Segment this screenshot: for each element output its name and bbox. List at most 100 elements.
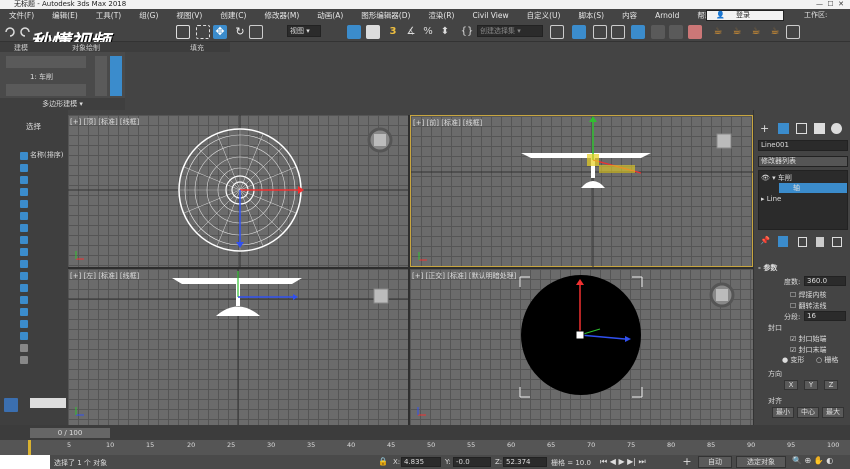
menu-rendering[interactable]: 渲染(R) <box>419 10 463 21</box>
make-unique-icon[interactable] <box>798 237 807 247</box>
filter-icon-4[interactable] <box>20 188 28 196</box>
menu-file[interactable]: 文件(F) <box>0 10 43 21</box>
scene-explorer-icon[interactable] <box>611 25 625 39</box>
filter-icon-2[interactable] <box>20 164 28 172</box>
pin-stack-icon[interactable]: 📌 <box>760 236 770 245</box>
stack-item-axis[interactable]: 轴 <box>779 183 847 193</box>
display-tab-icon[interactable] <box>831 123 842 134</box>
menu-civil-view[interactable]: Civil View <box>463 11 517 20</box>
filter-icon-16[interactable] <box>20 332 28 340</box>
filter-icon-12[interactable] <box>20 284 28 292</box>
filter-icon-15[interactable] <box>20 320 28 328</box>
align-icon[interactable] <box>572 25 586 39</box>
filter-icon-1[interactable] <box>20 152 28 160</box>
filter-icon-7[interactable] <box>20 224 28 232</box>
viewport-nav-icons[interactable]: 🔍 ⊕ ✋ ◐ <box>792 456 833 465</box>
menu-customize[interactable]: 自定义(U) <box>518 10 570 21</box>
login-dropdown[interactable]: 👤 登录 <box>706 10 784 21</box>
scale-icon[interactable] <box>249 25 263 39</box>
move-icon[interactable]: ✥ <box>213 25 227 39</box>
motion-tab-icon[interactable] <box>814 123 825 134</box>
filter-icon-13[interactable] <box>20 296 28 304</box>
segments-input[interactable]: 16 <box>804 311 846 321</box>
filter-icon-9[interactable] <box>20 248 28 256</box>
percent-snap-icon[interactable]: % <box>421 25 435 39</box>
select-label[interactable]: 选择 <box>26 121 41 132</box>
schematic-view-icon[interactable] <box>669 25 683 39</box>
tab-populate[interactable]: 填充 <box>190 43 204 53</box>
set-key-filter[interactable]: 选定对象 <box>736 456 786 468</box>
parameters-rollout-title[interactable]: - 参数 <box>758 263 777 273</box>
viewport-left[interactable]: [+] [左] [标准] [线框] <box>68 269 408 425</box>
layer-manager-icon[interactable] <box>593 25 607 39</box>
viewport-top[interactable]: [+] [顶] [标准] [线框] <box>68 115 408 267</box>
x-coord-input[interactable]: 4.835 <box>401 457 441 467</box>
align-max-button[interactable]: 最大 <box>822 407 844 418</box>
maxscript-listener[interactable] <box>0 455 50 469</box>
rotate-icon[interactable]: ↻ <box>233 25 247 39</box>
material-editor-icon[interactable] <box>688 25 702 39</box>
filter-icon-10[interactable] <box>20 260 28 268</box>
layer-explorer-icon[interactable] <box>4 398 18 412</box>
polygon-modeling-label[interactable]: 多边形建模 <box>42 100 77 108</box>
window-controls[interactable]: — ☐ ✕ <box>816 0 844 9</box>
object-name-field[interactable]: Line001 <box>758 140 848 151</box>
viewport-front[interactable]: [+] [前] [标准] [线框] <box>410 115 754 268</box>
menu-content[interactable]: 内容 <box>613 10 646 21</box>
cap-start-checkbox[interactable]: ☑ 封口始端 <box>790 334 827 344</box>
modifier-list-dropdown[interactable]: 修改器列表 <box>758 156 848 167</box>
direction-x-button[interactable]: X <box>784 380 798 390</box>
y-coord-input[interactable]: -0.0 <box>453 457 491 467</box>
pivot-icon[interactable] <box>347 25 361 39</box>
auto-key-button[interactable]: 自动 <box>698 456 732 468</box>
stack-item-lathe[interactable]: 👁 ▾ 车削 <box>761 173 792 183</box>
select-manipulate-icon[interactable] <box>366 25 380 39</box>
time-slider[interactable]: 0 / 100 <box>30 428 110 438</box>
menu-create[interactable]: 创建(C) <box>211 10 255 21</box>
render-setup-icon[interactable]: ☕ <box>711 25 725 39</box>
morph-radio[interactable]: ● 变形 <box>782 355 804 365</box>
ribbon-side-tools[interactable] <box>95 56 107 96</box>
render-production-icon[interactable]: ☕ <box>749 25 763 39</box>
menu-modifiers[interactable]: 修改器(M) <box>255 10 308 21</box>
rendered-frame-window-icon[interactable]: ☕ <box>730 25 744 39</box>
angle-snap-icon[interactable]: ∡ <box>404 25 418 39</box>
menu-arnold[interactable]: Arnold <box>646 11 688 20</box>
snap-icon[interactable]: 3 <box>386 25 400 39</box>
weld-core-checkbox[interactable]: ☐ 焊接内核 <box>790 290 827 300</box>
undo-icon[interactable] <box>3 25 17 39</box>
z-coord-input[interactable]: 52.374 <box>503 457 547 467</box>
align-center-button[interactable]: 中心 <box>797 407 819 418</box>
ribbon-tool-row-2[interactable] <box>6 84 86 96</box>
flip-normals-checkbox[interactable]: ☐ 翻转法线 <box>790 301 827 311</box>
direction-y-button[interactable]: Y <box>804 380 818 390</box>
filter-icon-6[interactable] <box>20 212 28 220</box>
curve-editor-icon[interactable] <box>651 25 665 39</box>
degrees-input[interactable]: 360.0 <box>804 276 846 286</box>
ribbon-tool-row[interactable] <box>6 56 86 68</box>
create-tab-icon[interactable]: + <box>760 122 769 135</box>
menu-scripting[interactable]: 脚本(S) <box>569 10 613 21</box>
add-time-tag-icon[interactable]: + <box>680 455 694 469</box>
stack-item-line[interactable]: ▸ Line <box>761 195 781 203</box>
spinner-snap-icon[interactable]: ⬍ <box>438 25 452 39</box>
current-frame-marker[interactable] <box>28 440 31 455</box>
show-end-result-icon[interactable] <box>778 236 788 247</box>
menu-group[interactable]: 组(G) <box>130 10 167 21</box>
modify-tab-icon[interactable] <box>778 123 789 134</box>
track-bar[interactable] <box>0 440 850 455</box>
menu-animation[interactable]: 动画(A) <box>308 10 352 21</box>
named-selection-set-dropdown[interactable]: 创建选择集 ▾ <box>477 25 543 37</box>
select-region-icon[interactable] <box>176 25 190 39</box>
filter-icon-5[interactable] <box>20 200 28 208</box>
edit-named-sets-icon[interactable]: {} <box>460 25 474 39</box>
mirror-icon[interactable] <box>550 25 564 39</box>
filter-icon-18[interactable] <box>20 356 28 364</box>
lock-selection-icon[interactable]: 🔒 <box>378 457 388 466</box>
filter-icon-11[interactable] <box>20 272 28 280</box>
playback-controls[interactable]: ⏮ ◀ ▶ ▶| ⏭ <box>600 457 646 467</box>
menu-graph-editors[interactable]: 图形编辑器(D) <box>352 10 419 21</box>
grid-radio[interactable]: ○ 栅格 <box>816 355 838 365</box>
filter-icon-17[interactable] <box>20 344 28 352</box>
filter-icon-3[interactable] <box>20 176 28 184</box>
